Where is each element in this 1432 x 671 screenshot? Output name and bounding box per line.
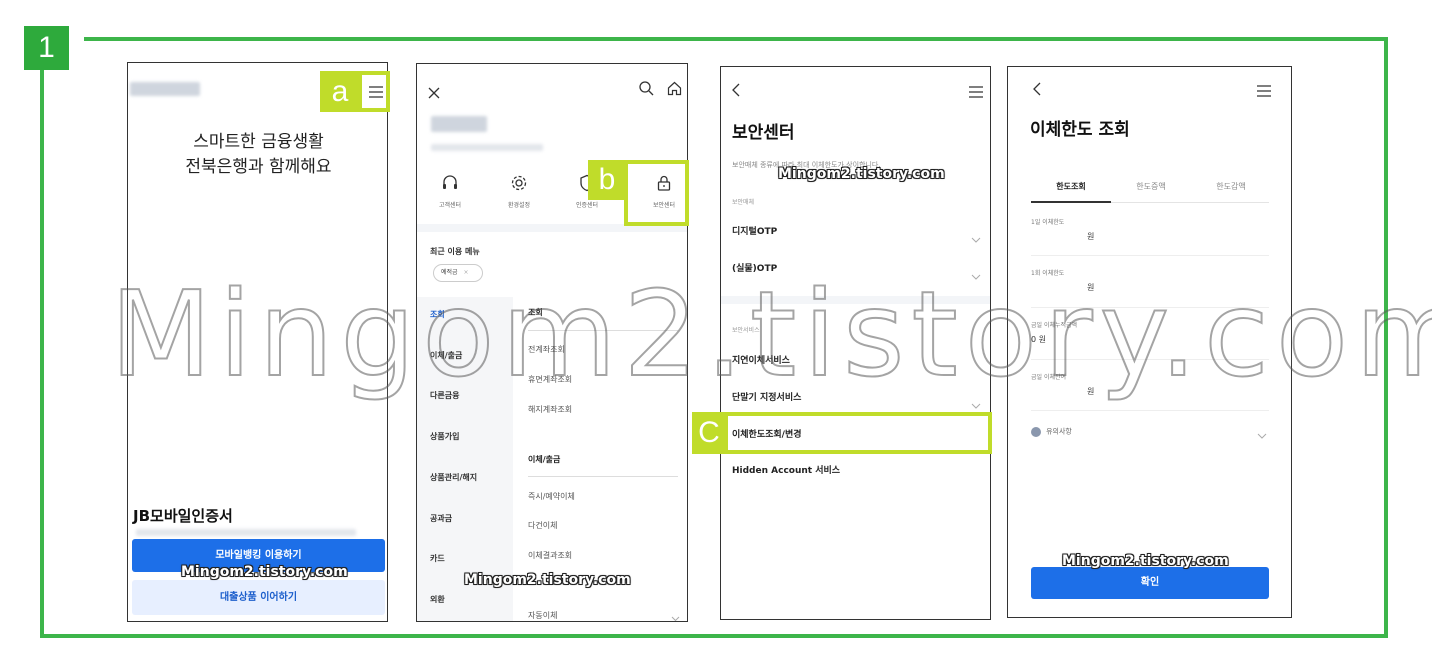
menu-transfer-result[interactable]: 이체결과조회 <box>528 550 572 561</box>
back-icon[interactable] <box>732 82 740 101</box>
hero-text: 스마트한 금융생활 전북은행과 함께해요 <box>128 130 387 180</box>
today-remaining-label: 금일 이체잔여 <box>1031 374 1067 381</box>
hero-line-1: 스마트한 금융생활 <box>193 132 324 152</box>
quick-label-cert: 인증센터 <box>575 202 599 209</box>
category-product-manage[interactable]: 상품관리/해지 <box>430 472 477 483</box>
tab-active-indicator <box>1031 201 1111 203</box>
delayed-transfer-service[interactable]: 지연이체서비스 <box>732 353 790 366</box>
quick-settings[interactable]: 환경설정 <box>486 174 552 209</box>
menu-instant-transfer[interactable]: 즉시/예약이체 <box>528 491 575 502</box>
tab-limit-decrease[interactable]: 한도감액 <box>1191 181 1271 192</box>
quick-label-customer: 고객센터 <box>438 202 462 209</box>
daily-limit-value: 원 <box>1087 232 1095 241</box>
home-icon[interactable] <box>667 81 682 100</box>
tab-limit-inquiry[interactable]: 한도조회 <box>1031 181 1111 192</box>
recent-menu-label: 최근 이용 메뉴 <box>430 247 480 256</box>
confirm-button[interactable]: 확인 <box>1031 567 1269 599</box>
group-divider <box>528 330 678 331</box>
menu-icon[interactable] <box>969 83 983 102</box>
row-divider <box>1031 359 1269 360</box>
callout-b-tag: b <box>588 160 626 200</box>
notice-label: 유의사항 <box>1046 427 1072 436</box>
service-section-label: 보안서비스 <box>732 327 760 334</box>
tab-limit-increase[interactable]: 한도증액 <box>1111 181 1191 192</box>
info-icon <box>1031 426 1041 437</box>
recent-chip-label: 예적금 <box>441 269 458 276</box>
daily-limit-label: 1일 이체한도 <box>1031 219 1065 226</box>
quick-label-settings: 환경설정 <box>507 202 531 209</box>
back-icon[interactable] <box>1033 81 1041 100</box>
notice-row[interactable]: 유의사항 <box>1031 421 1072 440</box>
recent-chip[interactable]: 예적금 × <box>433 264 483 282</box>
group-divider <box>528 476 678 477</box>
loan-continue-button[interactable]: 대출상품 이어하기 <box>132 580 385 615</box>
quick-customer-center[interactable]: 고객센터 <box>417 174 483 209</box>
section-divider <box>721 296 990 304</box>
chevron-down-icon <box>671 607 680 621</box>
category-card[interactable]: 카드 <box>430 553 445 564</box>
group-inquiry-title: 조회 <box>528 308 543 317</box>
today-accumulated-label: 금일 이체누적금액 <box>1031 322 1078 329</box>
screen-main: 스마트한 금융생활 전북은행과 함께해요 JB모바일인증서 모바일뱅킹 이용하기… <box>127 62 388 622</box>
today-remaining-value: 원 <box>1087 387 1095 396</box>
page-title: 이체한도 조회 <box>1030 120 1130 140</box>
media-limit-note: 보안매체 종류에 따라 최대 이체한도가 상이합니다. <box>732 161 881 169</box>
category-foreign-exchange[interactable]: 외환 <box>430 594 445 605</box>
headset-icon <box>443 175 457 189</box>
hidden-account-service[interactable]: Hidden Account 서비스 <box>732 463 840 476</box>
chip-remove-icon[interactable]: × <box>463 269 468 276</box>
category-sidebar <box>417 297 513 621</box>
today-accumulated-value: 0 원 <box>1031 335 1046 344</box>
screen-security-center: 보안센터 보안매체 종류에 따라 최대 이체한도가 상이합니다. 보안매체 디지… <box>720 66 991 620</box>
callout-a-highlight <box>358 71 390 112</box>
menu-auto-transfer[interactable]: 자동이체 <box>528 610 557 621</box>
callout-c-tag: C <box>692 412 726 454</box>
callout-b-highlight <box>624 160 689 226</box>
menu-icon[interactable] <box>1257 82 1271 101</box>
row-divider <box>1031 410 1269 411</box>
chevron-down-icon <box>971 228 981 247</box>
menu-bulk-transfer[interactable]: 다건이체 <box>528 520 557 531</box>
chevron-down-icon <box>971 265 981 284</box>
media-section-label: 보안매체 <box>732 199 755 206</box>
digital-otp-item[interactable]: 디지털OTP <box>732 224 777 237</box>
hero-line-2: 전북은행과 함께해요 <box>185 157 332 177</box>
physical-otp-item[interactable]: (실물)OTP <box>732 261 777 274</box>
gear-icon <box>511 175 527 191</box>
menu-dormant-accounts[interactable]: 휴면계좌조회 <box>528 374 572 385</box>
mobile-banking-button[interactable]: 모바일뱅킹 이용하기 <box>132 539 385 572</box>
menu-closed-accounts[interactable]: 해지계좌조회 <box>528 404 572 415</box>
device-designation-service[interactable]: 단말기 지정서비스 <box>732 390 801 403</box>
callout-c-highlight <box>724 412 992 454</box>
menu-all-accounts[interactable]: 전계좌조회 <box>528 344 565 355</box>
bank-logo <box>130 82 200 96</box>
per-transfer-limit-label: 1회 이체한도 <box>1031 270 1065 277</box>
chevron-down-icon <box>1257 424 1267 443</box>
category-inquiry[interactable]: 조회 <box>430 309 445 320</box>
row-divider <box>1031 255 1269 256</box>
mobile-cert-title: JB모바일인증서 <box>133 507 233 525</box>
category-utility-bills[interactable]: 공과금 <box>430 513 452 524</box>
screen-transfer-limit: 이체한도 조회 한도조회 한도증액 한도감액 1일 이체한도 원 1회 이체한도… <box>1007 66 1292 618</box>
screen-all-menu: 고객센터 환경설정 인증센터 보안센터 최근 이용 메뉴 예적금 × 조회 이체… <box>416 63 688 622</box>
frame-gap <box>68 30 84 46</box>
page-title: 보안센터 <box>732 123 795 143</box>
per-transfer-limit-value: 원 <box>1087 283 1095 292</box>
category-other-finance[interactable]: 다른금융 <box>430 390 459 401</box>
category-product-join[interactable]: 상품가입 <box>430 431 459 442</box>
category-transfer[interactable]: 이체/출금 <box>430 350 462 361</box>
user-info <box>431 144 543 151</box>
user-name <box>431 116 487 132</box>
chevron-down-icon <box>971 394 981 413</box>
close-icon[interactable] <box>428 84 440 103</box>
cert-description <box>136 529 356 536</box>
step-number-badge: 1 <box>24 26 69 70</box>
row-divider <box>1031 307 1269 308</box>
search-icon[interactable] <box>639 81 654 100</box>
callout-a-tag: a <box>320 71 360 112</box>
group-transfer-title: 이체/출금 <box>528 455 561 464</box>
